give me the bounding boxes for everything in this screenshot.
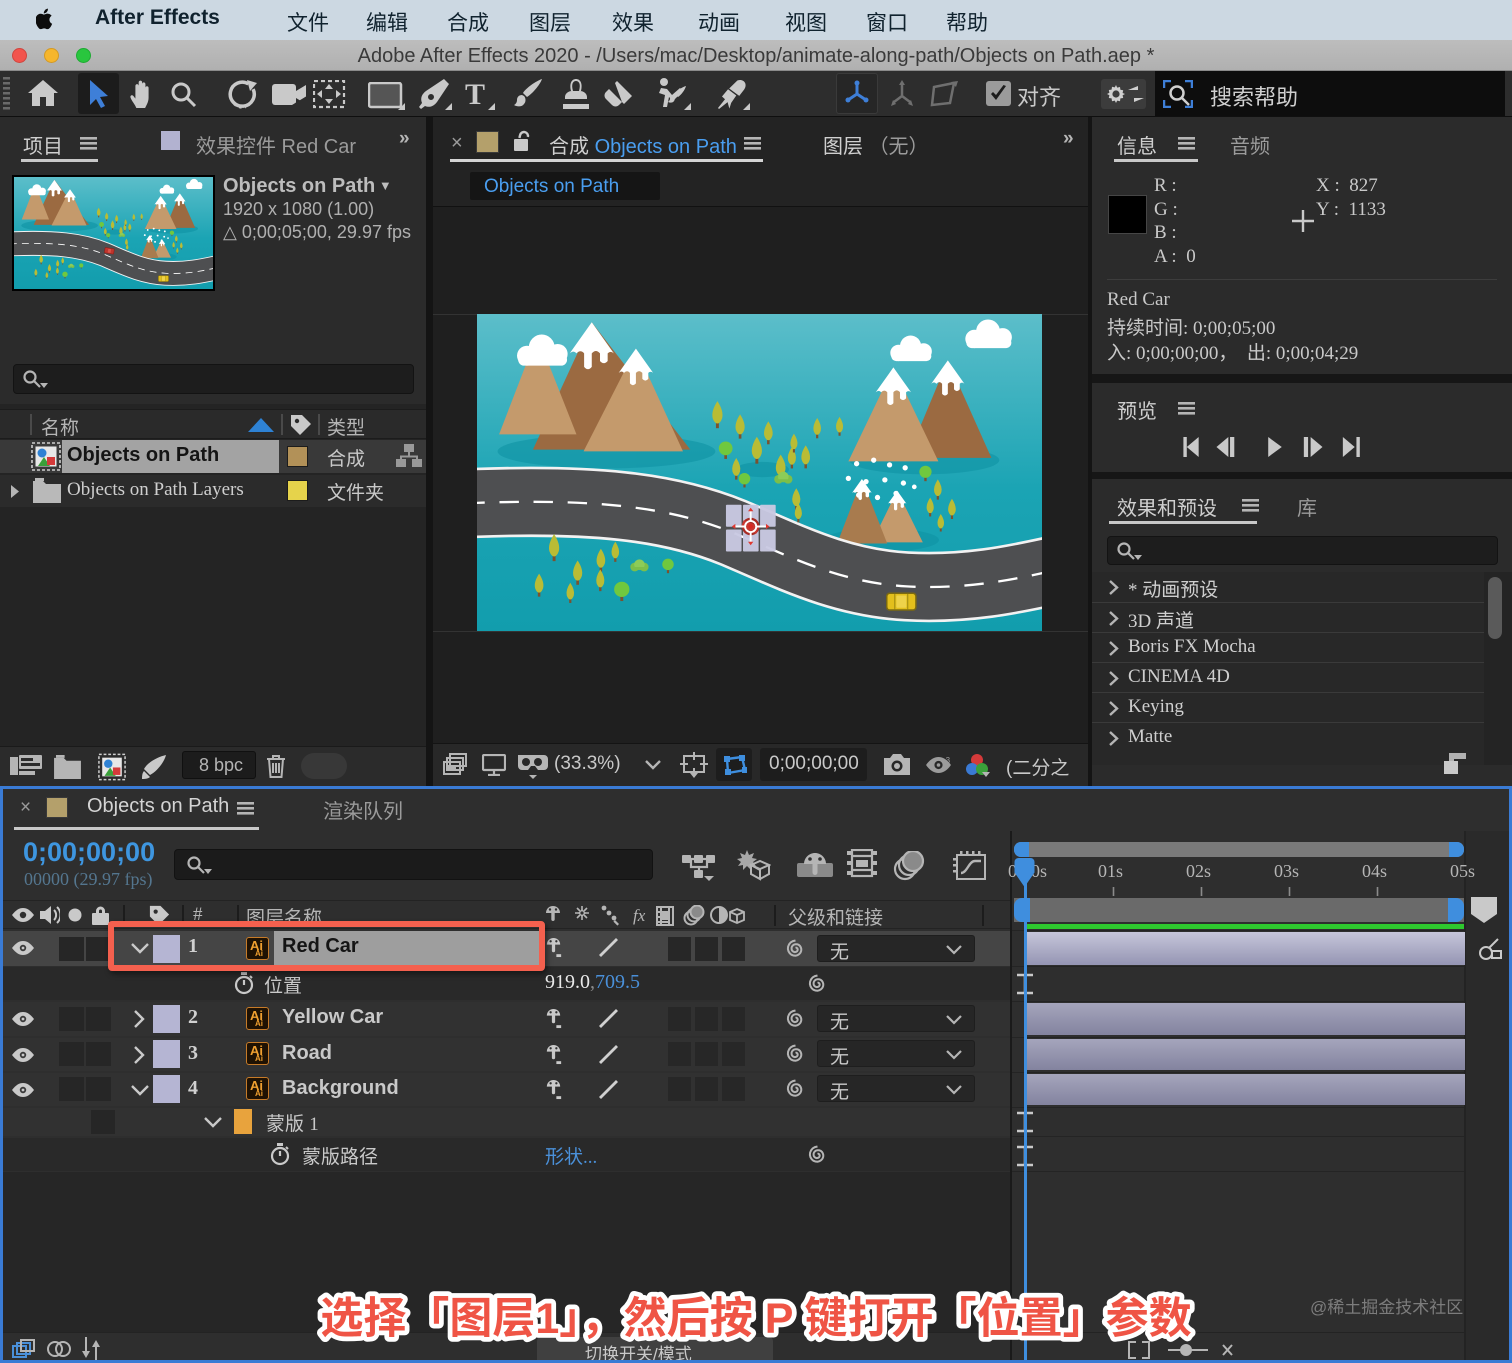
svg-text:T: T [465, 79, 485, 110]
svg-text:3: 3 [946, 757, 951, 765]
svg-text:fx: fx [633, 906, 646, 925]
svg-text:选择「图层1」，然后按 P 键打开「位置」参数: 选择「图层1」，然后按 P 键打开「位置」参数 [320, 1295, 1191, 1343]
